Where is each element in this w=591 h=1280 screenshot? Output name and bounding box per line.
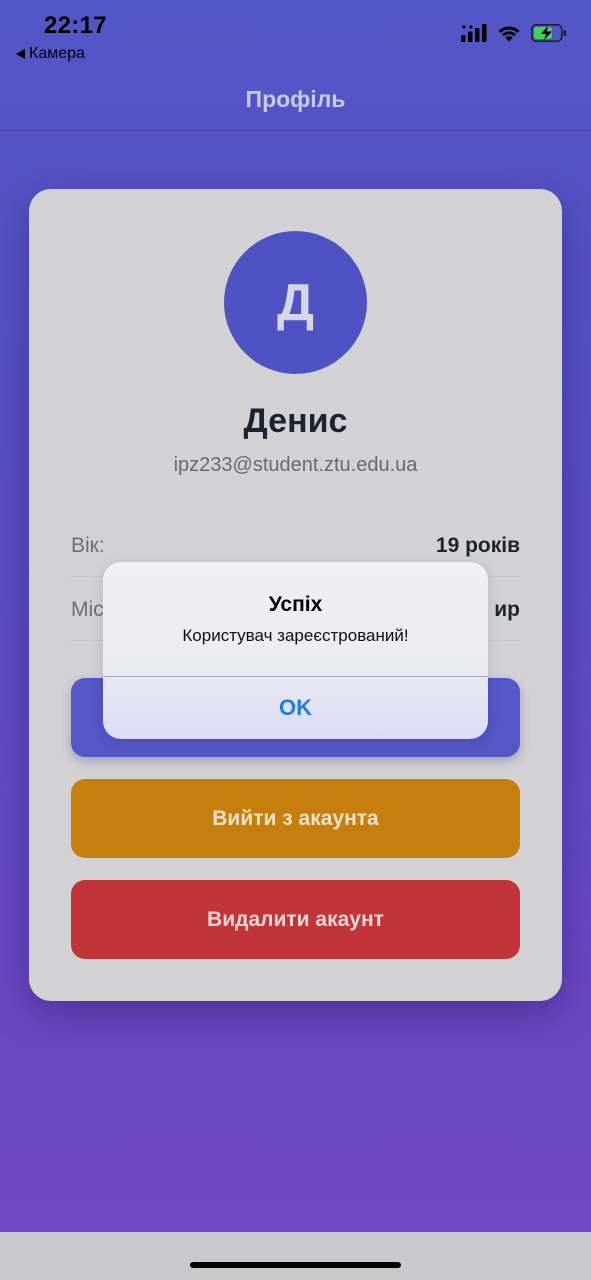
home-indicator-area xyxy=(0,1232,591,1280)
success-alert: Успіх Користувач зареєстрований! OK xyxy=(103,562,488,739)
alert-ok-button[interactable]: OK xyxy=(103,677,488,739)
alert-message: Користувач зареєстрований! xyxy=(182,626,409,645)
home-indicator[interactable] xyxy=(190,1262,401,1268)
profile-screen: 22:17 Камера Профіль Д Денис ipz233@stud… xyxy=(0,0,591,1280)
alert-title: Успіх xyxy=(268,593,323,616)
